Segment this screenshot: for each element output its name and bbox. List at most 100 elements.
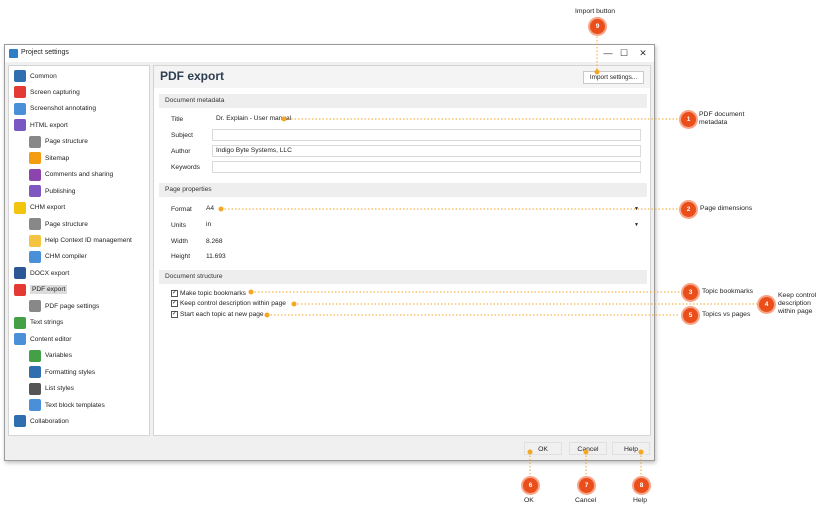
section-document-metadata: Document metadata xyxy=(159,94,647,108)
sidebar-item-screen-capturing[interactable]: Screen capturing xyxy=(14,85,80,99)
callout-keep-badge: 4 xyxy=(759,297,774,312)
callout-cancel-label: Cancel xyxy=(575,497,597,504)
sidebar-item-label: Publishing xyxy=(45,187,76,195)
sidebar-item-label: Text block templates xyxy=(45,401,105,409)
callout-topics-label: Topics vs pages xyxy=(702,311,751,318)
checkbox-checked-icon: ✓ xyxy=(171,300,178,307)
chevron-down-icon: ▼ xyxy=(634,206,639,212)
minimize-button[interactable]: — xyxy=(600,47,616,59)
height-label: Height xyxy=(171,253,191,260)
callout-metadata-badge: 1 xyxy=(681,112,696,127)
sidebar-item-label: Page structure xyxy=(45,138,88,146)
editor-icon xyxy=(14,333,26,346)
sidebar-item-formatting-styles[interactable]: Formatting styles xyxy=(29,365,95,379)
docx-icon xyxy=(14,267,26,280)
author-label: Author xyxy=(171,148,191,155)
settings-sidebar: Common Screen capturing Screenshot annotat… xyxy=(8,65,150,436)
callout-help-label: Help xyxy=(633,497,647,504)
sidebar-item-pdf-page-settings[interactable]: PDF page settings xyxy=(29,299,99,313)
title-bar: Project settings — ☐ ✕ xyxy=(5,45,654,62)
sidebar-item-common[interactable]: Common xyxy=(14,69,57,83)
sidebar-item-label: Text strings xyxy=(30,319,64,327)
callout-ok-label: OK xyxy=(524,497,534,504)
sidebar-item-label: Comments and sharing xyxy=(45,171,114,179)
sidebar-item-text-block-templates[interactable]: Text block templates xyxy=(29,398,105,412)
screen-capture-icon xyxy=(14,86,26,99)
author-field[interactable]: Indigo Byte Systems, LLC xyxy=(212,145,641,157)
width-label: Width xyxy=(171,238,188,245)
callout-metadata-label: PDF document metadata xyxy=(699,111,745,126)
keywords-label: Keywords xyxy=(171,164,200,171)
sidebar-item-label: HTML export xyxy=(30,121,68,129)
make-topic-bookmarks-checkbox[interactable]: ✓ Make topic bookmarks xyxy=(171,290,246,297)
title-field[interactable]: Dr. Explain - User manual xyxy=(212,113,641,125)
sidebar-item-label: Formatting styles xyxy=(45,368,96,376)
sidebar-item-label: List styles xyxy=(45,385,74,393)
gear-icon xyxy=(14,70,26,82)
sidebar-item-html-export[interactable]: HTML export xyxy=(14,118,68,132)
sidebar-item-label: Screenshot annotating xyxy=(30,105,96,113)
start-topic-new-page-checkbox[interactable]: ✓ Start each topic at new page xyxy=(171,311,264,318)
sidebar-item-page-structure[interactable]: Page structure xyxy=(29,135,88,149)
sidebar-item-label: Screen capturing xyxy=(30,88,80,96)
sidebar-item-collaboration[interactable]: Collaboration xyxy=(14,414,69,428)
callout-help-badge: 8 xyxy=(634,478,649,493)
compiler-icon xyxy=(29,250,41,263)
keep-control-description-checkbox[interactable]: ✓ Keep control description within page xyxy=(171,300,286,307)
format-select[interactable]: A4 ▼ xyxy=(204,203,641,215)
sidebar-item-screenshot-annotating[interactable]: Screenshot annotating xyxy=(14,102,96,116)
sidebar-item-label: Common xyxy=(30,72,57,80)
sidebar-item-text-strings[interactable]: Text strings xyxy=(14,316,63,330)
sidebar-item-chm-compiler[interactable]: CHM compiler xyxy=(29,250,87,264)
callout-import-label: Import button xyxy=(575,8,616,15)
ok-button[interactable]: OK xyxy=(524,442,562,455)
sidebar-item-help-context-id-management[interactable]: Help Context ID management xyxy=(29,234,132,248)
units-select[interactable]: in ▼ xyxy=(204,219,641,231)
page-settings-icon xyxy=(29,300,41,313)
sidebar-item-label: CHM compiler xyxy=(45,253,87,261)
panel-header: PDF export Import settings... xyxy=(154,66,650,88)
sidebar-item-chm-export[interactable]: CHM export xyxy=(14,201,65,215)
sidebar-item-label: Variables xyxy=(45,352,72,360)
annotate-icon xyxy=(14,102,26,115)
callout-bookmarks-badge: 3 xyxy=(683,285,698,300)
format-label: Format xyxy=(171,206,192,213)
maximize-button[interactable]: ☐ xyxy=(616,47,632,59)
callout-dimensions-badge: 2 xyxy=(681,202,696,217)
start-topic-new-page-label: Start each topic at new page xyxy=(180,311,264,318)
sidebar-item-label: Collaboration xyxy=(30,417,69,425)
app-icon xyxy=(9,49,18,58)
units-value: in xyxy=(206,221,212,228)
folder-icon xyxy=(29,234,41,247)
help-button[interactable]: Help xyxy=(612,442,650,455)
import-settings-button[interactable]: Import settings... xyxy=(583,71,644,84)
sidebar-item-sitemap[interactable]: Sitemap xyxy=(29,151,69,165)
sidebar-item-list-styles[interactable]: List styles xyxy=(29,382,74,396)
sidebar-item-docx-export[interactable]: DOCX export xyxy=(14,266,69,280)
project-settings-window: Project settings — ☐ ✕ Common Screen capt… xyxy=(4,44,655,461)
section-document-structure: Document structure xyxy=(159,270,647,284)
collaboration-icon xyxy=(14,415,26,428)
sidebar-item-publishing[interactable]: Publishing xyxy=(29,184,75,198)
page-title: PDF export xyxy=(160,69,225,83)
sidebar-item-label: PDF export xyxy=(30,285,68,295)
make-topic-bookmarks-label: Make topic bookmarks xyxy=(180,290,246,297)
sidebar-item-pdf-export[interactable]: PDF export xyxy=(14,283,68,297)
section-page-properties: Page properties xyxy=(159,183,647,197)
callout-cancel-badge: 7 xyxy=(579,478,594,493)
cancel-button[interactable]: Cancel xyxy=(569,442,607,455)
chm-icon xyxy=(14,201,26,214)
sidebar-item-comments-and-sharing[interactable]: Comments and sharing xyxy=(29,168,113,182)
comments-icon xyxy=(29,168,41,181)
subject-label: Subject xyxy=(171,132,193,139)
chevron-down-icon: ▼ xyxy=(634,222,639,228)
callout-ok-badge: 6 xyxy=(523,478,538,493)
sidebar-item-variables[interactable]: Variables xyxy=(29,349,72,363)
subject-field[interactable] xyxy=(212,129,641,141)
pdf-icon xyxy=(14,283,26,296)
sidebar-item-content-editor[interactable]: Content editor xyxy=(14,332,71,346)
page-structure-icon xyxy=(29,218,41,231)
close-button[interactable]: ✕ xyxy=(635,47,651,59)
sidebar-item-page-structure[interactable]: Page structure xyxy=(29,217,88,231)
keywords-field[interactable] xyxy=(212,161,641,173)
